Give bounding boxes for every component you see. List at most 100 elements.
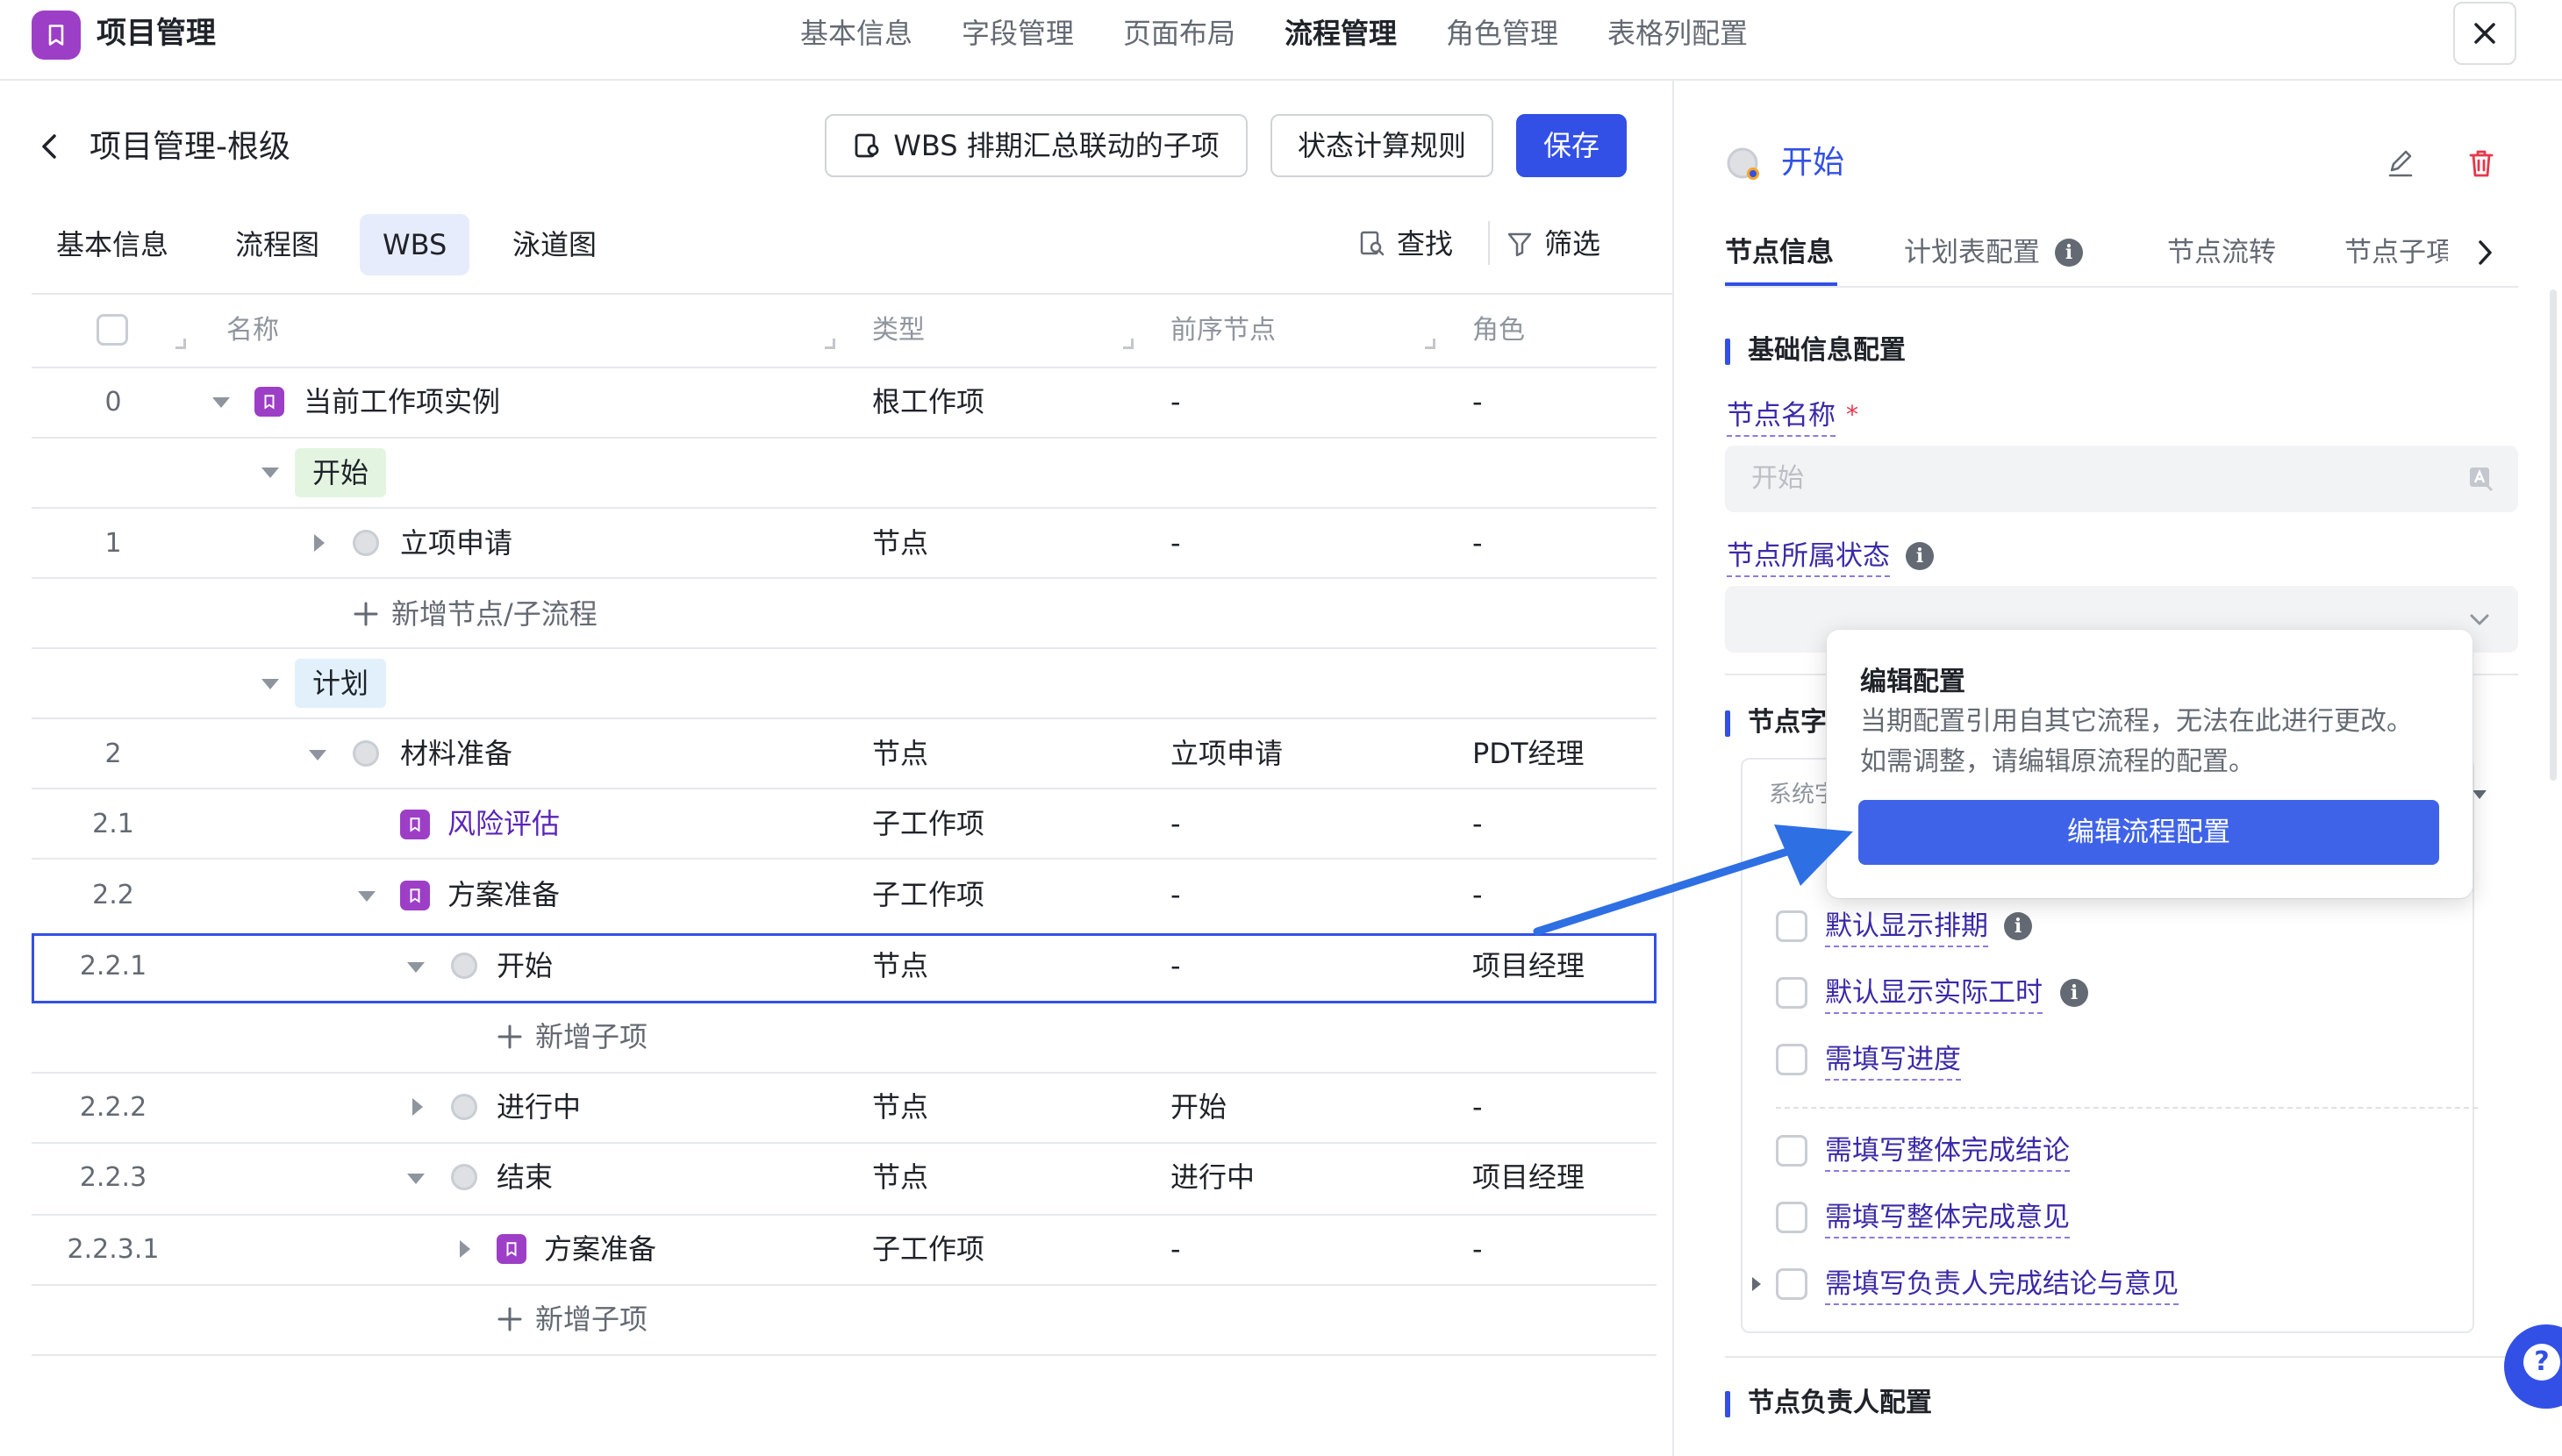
row-type: 节点 [872, 737, 929, 770]
selected-row-highlight [32, 933, 1657, 1003]
column-resize-handle[interactable] [1425, 339, 1435, 349]
checkbox-require-overall-conclusion[interactable] [1776, 1135, 1807, 1167]
row-divider [32, 647, 1657, 649]
section-node-fields: 节点字 [1725, 703, 1827, 742]
collapse-caret-icon[interactable] [212, 397, 230, 408]
expand-caret-icon[interactable] [314, 534, 325, 552]
wbs-linked-subitems-button[interactable]: WBS 排期汇总联动的子项 [825, 114, 1248, 177]
row-name: 材料准备 [400, 737, 513, 770]
row-role: - [1472, 807, 1483, 840]
expand-caret-icon[interactable] [460, 1240, 470, 1258]
chevron-right-icon[interactable] [2473, 235, 2497, 270]
column-resize-handle[interactable] [825, 339, 835, 349]
node-name-input[interactable]: 开始 [1725, 446, 2518, 512]
collapse-caret-icon[interactable] [309, 750, 326, 760]
checkbox-require-progress[interactable] [1776, 1044, 1807, 1075]
tab-field-management[interactable]: 字段管理 [962, 12, 1074, 54]
translate-icon[interactable] [2467, 465, 2495, 493]
chevron-down-icon [2470, 614, 2489, 625]
subtab-flowchart[interactable]: 流程图 [212, 214, 342, 275]
help-button[interactable]: ? [2504, 1324, 2562, 1409]
add-subitem-button[interactable]: 新增子项 [497, 1299, 648, 1339]
tab-node-subitems[interactable]: 节点子項 [2344, 233, 2448, 272]
info-icon[interactable]: i [1906, 542, 1934, 570]
row-role: - [1472, 385, 1483, 418]
tab-role-management[interactable]: 角色管理 [1446, 12, 1558, 54]
column-header-type[interactable]: 类型 [872, 311, 925, 350]
edit-icon[interactable] [2385, 147, 2416, 179]
info-icon[interactable]: i [2060, 979, 2088, 1007]
node-status-icon [451, 1094, 477, 1120]
column-header-role[interactable]: 角色 [1472, 311, 1525, 350]
checkbox-default-actual-hours[interactable] [1776, 977, 1807, 1009]
column-header-name[interactable]: 名称 [226, 311, 279, 350]
info-icon[interactable]: i [2055, 239, 2083, 267]
subtab-basic-info[interactable]: 基本信息 [33, 214, 191, 275]
tab-basic-info[interactable]: 基本信息 [800, 12, 912, 54]
work-item-icon [254, 387, 284, 417]
column-header-predecessor[interactable]: 前序节点 [1170, 311, 1276, 350]
row-type: 节点 [872, 1090, 929, 1124]
subtab-swimlane[interactable]: 泳道图 [490, 214, 619, 275]
row-index: 2.2 [92, 880, 134, 910]
pane-divider [1672, 81, 1674, 1456]
expand-caret-icon[interactable] [412, 1098, 423, 1116]
row-predecessor: - [1170, 949, 1181, 982]
collapse-caret-icon[interactable] [261, 467, 279, 478]
collapse-caret-icon[interactable] [358, 891, 376, 902]
app-title: 项目管理 [97, 16, 216, 51]
select-all-checkbox[interactable] [97, 314, 128, 346]
node-status-icon [353, 740, 379, 767]
collapse-caret-icon[interactable] [407, 962, 425, 973]
status-rule-button[interactable]: 状态计算规则 [1270, 114, 1493, 177]
node-title: 开始 [1781, 145, 1845, 181]
back-arrow-icon[interactable] [35, 132, 65, 161]
row-type: 节点 [872, 949, 929, 982]
row-index: 2.2.1 [79, 951, 147, 981]
tab-workflow-management[interactable]: 流程管理 [1285, 12, 1397, 54]
table-top-border [32, 293, 1672, 295]
filter-button[interactable]: 筛选 [1506, 225, 1600, 263]
find-button[interactable]: 查找 [1358, 225, 1453, 263]
row-index: 2.2.2 [79, 1092, 147, 1123]
popover-title: 编辑配置 [1860, 667, 1965, 697]
row-type: 子工作项 [872, 807, 985, 840]
collapse-caret-icon[interactable] [407, 1174, 425, 1184]
node-status-icon [451, 1164, 477, 1190]
expand-caret-icon[interactable] [1748, 1274, 1765, 1295]
work-item-icon [497, 1234, 526, 1264]
scrollbar[interactable] [2550, 289, 2557, 781]
label-require-owner-conclusion: 需填写负责人完成结论与意见 [1825, 1265, 2179, 1305]
node-status-icon [1727, 147, 1759, 180]
column-resize-handle[interactable] [175, 339, 186, 349]
row-role: - [1472, 1090, 1483, 1124]
node-name-label: 节点名称 [1727, 396, 1836, 437]
collapse-caret-icon[interactable] [261, 679, 279, 689]
edit-workflow-config-button[interactable]: 编辑流程配置 [1858, 800, 2439, 865]
work-item-icon [400, 810, 430, 839]
popover-message: 当期配置引用自其它流程，无法在此进行更改。如需调整，请编辑原流程的配置。 [1860, 706, 2413, 777]
edit-config-popover: 编辑配置 当期配置引用自其它流程，无法在此进行更改。如需调整，请编辑原流程的配置… [1827, 630, 2473, 898]
row-name-link[interactable]: 风险评估 [447, 803, 560, 844]
row-divider [32, 577, 1657, 579]
tab-page-layout[interactable]: 页面布局 [1123, 12, 1235, 54]
add-subitem-button[interactable]: 新增子项 [497, 1017, 648, 1057]
row-divider [32, 437, 1657, 439]
close-button[interactable] [2453, 2, 2516, 65]
tab-table-column-config[interactable]: 表格列配置 [1607, 12, 1748, 54]
subtab-wbs[interactable]: WBS [360, 214, 470, 275]
delete-icon[interactable] [2465, 147, 2497, 179]
row-type: 子工作项 [872, 1232, 985, 1266]
info-icon[interactable]: i [2004, 912, 2032, 940]
column-resize-handle[interactable] [1123, 339, 1134, 349]
tab-node-transition[interactable]: 节点流转 [2167, 233, 2276, 272]
checkbox-require-overall-opinion[interactable] [1776, 1202, 1807, 1233]
row-divider [32, 1354, 1657, 1356]
tab-node-info[interactable]: 节点信息 [1725, 233, 1834, 272]
work-item-icon [400, 881, 430, 910]
row-predecessor: - [1170, 526, 1181, 560]
save-button[interactable]: 保存 [1516, 114, 1627, 177]
checkbox-require-owner-conclusion[interactable] [1776, 1268, 1807, 1300]
tab-plan-config[interactable]: 计划表配置 [1904, 233, 2040, 272]
add-node-subflow-button[interactable]: 新增节点/子流程 [353, 594, 598, 634]
